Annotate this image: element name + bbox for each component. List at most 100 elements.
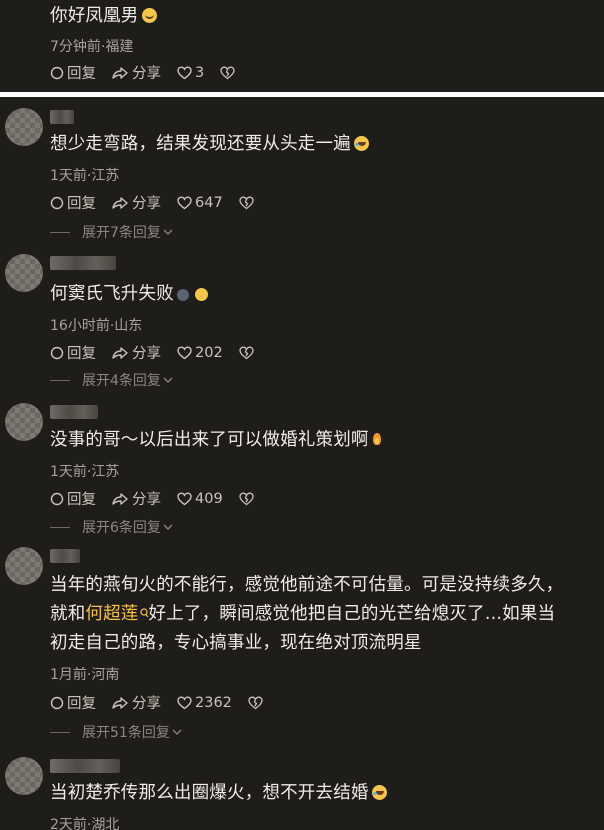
username[interactable]	[50, 759, 120, 773]
broken-heart-icon	[248, 696, 263, 709]
share-button[interactable]: 分享	[112, 62, 161, 83]
reply-icon	[50, 492, 64, 505]
comment-time-location: 1天前·江苏	[50, 168, 120, 184]
share-button[interactable]: 分享	[112, 488, 161, 509]
expand-replies-label: 展开7条回复	[82, 225, 161, 241]
like-count: 2362	[195, 694, 232, 711]
fire-emoji-icon	[372, 431, 382, 447]
expand-replies-label: 展开6条回复	[82, 520, 161, 536]
dislike-button[interactable]	[248, 696, 266, 710]
reply-button[interactable]: 回复	[50, 692, 96, 713]
share-label: 分享	[132, 696, 161, 712]
laugh-cry-emoji-icon	[371, 785, 387, 800]
like-count: 202	[195, 344, 223, 361]
divider	[50, 731, 70, 733]
chevron-down-icon	[163, 524, 173, 530]
avatar[interactable]	[5, 403, 43, 441]
comment-text-line: 初走自己的路，专心搞事业，现在绝对顶流明星	[50, 633, 422, 653]
expand-replies-link[interactable]: 展开7条回复	[50, 222, 173, 242]
avatar[interactable]	[5, 547, 43, 585]
reply-label: 回复	[67, 196, 96, 212]
reply-label: 回复	[67, 346, 96, 362]
username[interactable]	[50, 405, 98, 419]
reply-icon	[50, 696, 64, 709]
chevron-down-icon	[163, 229, 173, 235]
comment-text-line: 当年的燕旬火的不能行，感觉他前途不可估量。可是没持续多久，	[50, 575, 564, 595]
avatar[interactable]	[5, 254, 43, 292]
reply-label: 回复	[67, 492, 96, 508]
expand-replies-label: 展开4条回复	[82, 373, 161, 389]
share-label: 分享	[132, 196, 161, 212]
dislike-button[interactable]	[239, 346, 257, 360]
reply-button[interactable]: 回复	[50, 192, 96, 213]
broken-heart-icon	[220, 66, 235, 79]
share-icon	[112, 492, 128, 505]
heart-icon	[177, 345, 192, 359]
broken-heart-icon	[239, 492, 254, 505]
like-button[interactable]: 409	[177, 491, 223, 507]
mention-link[interactable]: 何超莲	[85, 604, 148, 624]
comment-text: 你好凤凰男	[50, 2, 598, 31]
reply-button[interactable]: 回复	[50, 62, 96, 83]
dislike-button[interactable]	[239, 196, 257, 210]
laugh-cry-emoji-icon	[353, 136, 369, 151]
share-label: 分享	[132, 66, 161, 82]
comment-text: 想少走弯路，结果发现还要从头走一遍	[50, 130, 598, 159]
share-button[interactable]: 分享	[112, 692, 161, 713]
comment-time-location: 16小时前·山东	[50, 318, 143, 334]
comment-text: 何窦氏飞升失败	[50, 280, 598, 309]
share-icon	[112, 196, 128, 209]
like-count: 3	[195, 64, 205, 81]
comment-time-location: 1月前·河南	[50, 667, 120, 683]
share-button[interactable]: 分享	[112, 192, 161, 213]
face-emoji-icon	[194, 288, 208, 301]
heart-icon	[177, 695, 192, 709]
like-count: 647	[195, 194, 223, 211]
divider	[50, 379, 70, 381]
reply-label: 回复	[67, 696, 96, 712]
bomb-emoji-icon	[176, 289, 189, 301]
comment-time-location: 1天前·江苏	[50, 464, 120, 480]
divider	[50, 231, 70, 233]
like-button[interactable]: 202	[177, 345, 223, 361]
like-count: 409	[195, 490, 223, 507]
broken-heart-icon	[239, 196, 254, 209]
comment-text-line: 就和何超莲 好上了，瞬间感觉他把自己的光芒给熄灭了...如果当	[50, 604, 556, 624]
divider	[50, 526, 70, 528]
share-button[interactable]: 分享	[112, 342, 161, 363]
username[interactable]	[50, 256, 116, 270]
reply-button[interactable]: 回复	[50, 342, 96, 363]
share-icon	[112, 66, 128, 79]
share-icon	[112, 346, 128, 359]
like-button[interactable]: 3	[177, 65, 204, 81]
expand-replies-link[interactable]: 展开51条回复	[50, 722, 182, 742]
like-button[interactable]: 2362	[177, 695, 232, 711]
reply-icon	[50, 346, 64, 359]
share-label: 分享	[132, 346, 161, 362]
expand-replies-label: 展开51条回复	[82, 725, 170, 741]
dislike-button[interactable]	[220, 66, 238, 80]
comment-time-location: 7分钟前·福建	[50, 39, 134, 55]
broken-heart-icon	[239, 346, 254, 359]
expand-replies-link[interactable]: 展开4条回复	[50, 370, 173, 390]
avatar[interactable]	[5, 108, 43, 146]
heart-icon	[177, 195, 192, 209]
avatar[interactable]	[5, 757, 43, 795]
reply-label: 回复	[67, 66, 96, 82]
top-comment-panel: 你好凤凰男 7分钟前·福建 回复 分享 3	[0, 0, 604, 92]
like-button[interactable]: 647	[177, 195, 223, 211]
share-label: 分享	[132, 492, 161, 508]
heart-icon	[177, 65, 192, 79]
expand-replies-link[interactable]: 展开6条回复	[50, 517, 173, 537]
reply-icon	[50, 196, 64, 209]
comment-time-location: 2天前·湖北	[50, 817, 120, 830]
dislike-button[interactable]	[239, 492, 257, 506]
smile-emoji-icon	[141, 8, 157, 23]
chevron-down-icon	[172, 729, 182, 735]
username[interactable]	[50, 549, 80, 563]
reply-button[interactable]: 回复	[50, 488, 96, 509]
share-icon	[112, 696, 128, 709]
search-icon	[139, 608, 148, 618]
chevron-down-icon	[163, 377, 173, 383]
username[interactable]	[50, 110, 74, 124]
